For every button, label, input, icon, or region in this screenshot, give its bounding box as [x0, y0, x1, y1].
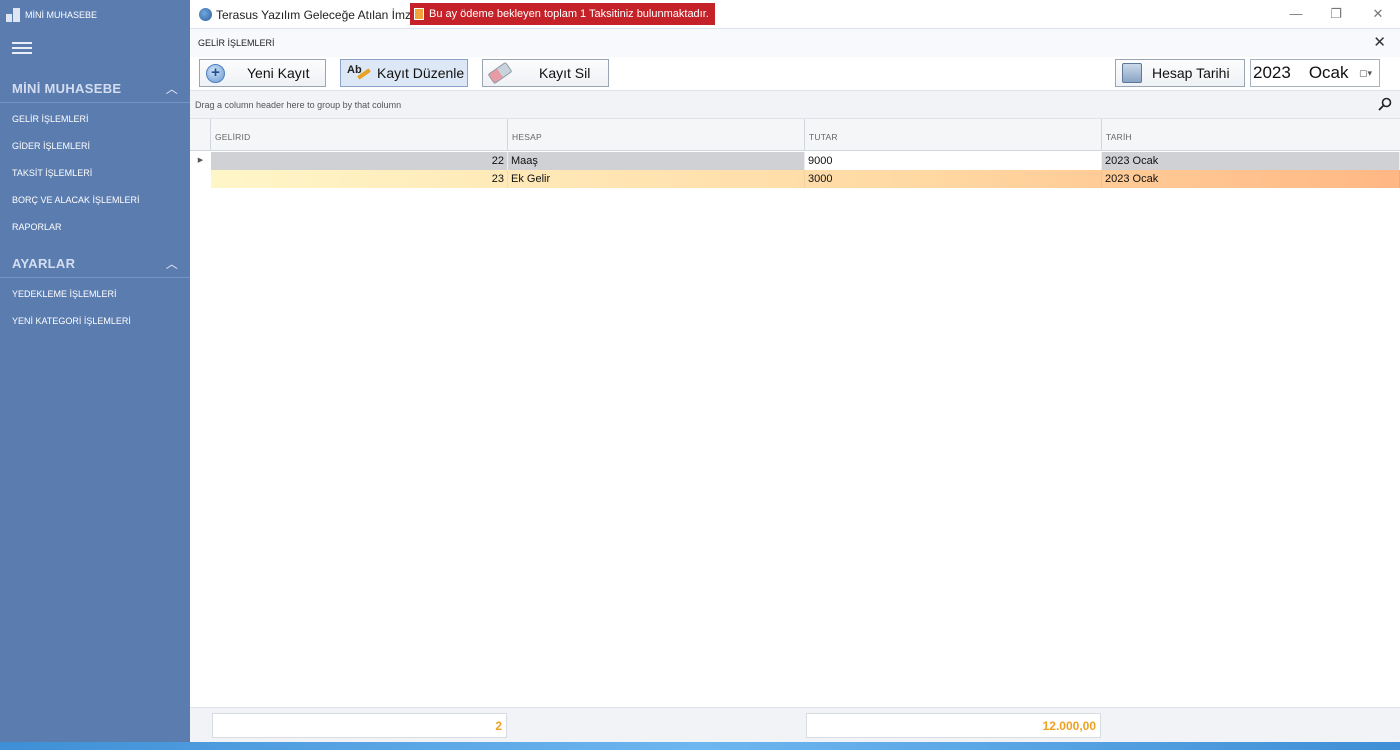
panel-header: GELİR İŞLEMLERİ ✕: [190, 29, 1400, 57]
chevron-up-icon[interactable]: ︿: [166, 255, 178, 272]
window-title-bar: Terasus Yazılım Geleceğe Atılan İmza... …: [190, 0, 1400, 29]
panel-close-button[interactable]: ✕: [1373, 33, 1386, 51]
globe-icon: [199, 8, 212, 21]
sidebar-item-yeni-kategori-islemleri[interactable]: YENİ KATEGORİ İŞLEMLERİ: [12, 316, 131, 326]
search-icon[interactable]: [1378, 97, 1392, 111]
hamburger-menu-icon[interactable]: [12, 42, 32, 56]
book-icon: [414, 8, 424, 20]
column-header-hesap[interactable]: HESAP: [508, 119, 805, 151]
sidebar-group-ayarlar[interactable]: AYARLAR ︿: [0, 250, 190, 278]
cell-hesap[interactable]: Ek Gelir: [508, 170, 805, 188]
sidebar-item-taksit-islemleri[interactable]: TAKSİT İŞLEMLERİ: [12, 168, 92, 178]
table-row[interactable]: 23 Ek Gelir 3000 2023 Ocak: [211, 170, 1400, 188]
row-focus-indicator-icon: ▶: [197, 157, 204, 164]
column-header-gelirid[interactable]: GELİRID: [211, 119, 508, 151]
column-header-tarih[interactable]: TARİH: [1102, 119, 1400, 151]
app-title: MİNİ MUHASEBE: [25, 9, 98, 20]
eraser-icon: [487, 61, 513, 85]
restore-button[interactable]: ❐: [1328, 6, 1344, 22]
app-icon: [6, 7, 20, 22]
window-title: Terasus Yazılım Geleceğe Atılan İmza...: [216, 8, 428, 22]
sidebar-item-gider-islemleri[interactable]: GİDER İŞLEMLERİ: [12, 141, 90, 151]
calendar-dropdown-icon[interactable]: ▢▾: [1359, 68, 1373, 80]
sidebar: MİNİ MUHASEBE MİNİ MUHASEBE ︿ GELİR İŞLE…: [0, 0, 190, 742]
new-record-button[interactable]: + Yeni Kayıt: [199, 59, 326, 87]
cell-hesap[interactable]: Maaş: [508, 152, 805, 170]
edit-record-button[interactable]: Ab Kayıt Düzenle: [340, 59, 468, 87]
account-date-button[interactable]: Hesap Tarihi: [1115, 59, 1245, 87]
grid-footer: 2 12.000,00: [190, 707, 1400, 742]
cell-tutar[interactable]: 9000: [805, 152, 1102, 170]
column-header-tutar[interactable]: TUTAR: [805, 119, 1102, 151]
cell-tarih[interactable]: 2023 Ocak: [1102, 170, 1400, 188]
row-indicator-header: [190, 119, 211, 151]
sidebar-item-borc-alacak-islemleri[interactable]: BORÇ VE ALACAK İŞLEMLERİ: [12, 195, 140, 205]
footer-row-count: 2: [212, 713, 507, 738]
window-close-button[interactable]: ✕: [1370, 6, 1386, 22]
taskbar-strip: [0, 742, 1400, 750]
calendar-icon: [1122, 63, 1142, 83]
sidebar-item-yedekleme-islemleri[interactable]: YEDEKLEME İŞLEMLERİ: [12, 289, 117, 299]
grid-header: GELİRID HESAP TUTAR TARİH: [190, 119, 1400, 151]
sidebar-group-label: AYARLAR: [12, 256, 76, 271]
cell-gelirid[interactable]: 23: [211, 170, 508, 188]
chevron-up-icon[interactable]: ︿: [166, 80, 178, 97]
footer-total-amount: 12.000,00: [806, 713, 1101, 738]
group-panel-hint: Drag a column header here to group by th…: [195, 100, 402, 110]
delete-record-label: Kayıt Sil: [539, 65, 591, 81]
account-date-picker[interactable]: 2023 Ocak ▢▾: [1250, 59, 1380, 87]
installment-alert-badge[interactable]: Bu ay ödeme bekleyen toplam 1 Taksitiniz…: [410, 3, 715, 25]
main-content: GELİR İŞLEMLERİ ✕ + Yeni Kayıt Ab Kayıt …: [190, 29, 1400, 742]
sidebar-group-label: MİNİ MUHASEBE: [12, 81, 122, 96]
add-circle-icon: +: [206, 63, 225, 83]
app-title-bar: MİNİ MUHASEBE: [0, 0, 190, 29]
sidebar-item-gelir-islemleri[interactable]: GELİR İŞLEMLERİ: [12, 114, 89, 124]
panel-title: GELİR İŞLEMLERİ: [198, 38, 275, 48]
sidebar-group-mini-muhasebe[interactable]: MİNİ MUHASEBE ︿: [0, 75, 190, 103]
account-date-label: Hesap Tarihi: [1152, 65, 1230, 81]
edit-text-icon: Ab: [347, 64, 371, 82]
new-record-label: Yeni Kayıt: [247, 65, 310, 81]
group-panel[interactable]: Drag a column header here to group by th…: [190, 90, 1400, 119]
edit-record-label: Kayıt Düzenle: [377, 65, 465, 81]
cell-tarih[interactable]: 2023 Ocak: [1102, 152, 1400, 170]
alert-text: Bu ay ödeme bekleyen toplam 1 Taksitiniz…: [429, 8, 709, 20]
delete-record-button[interactable]: Kayıt Sil: [482, 59, 609, 87]
table-row[interactable]: ▶ 22 Maaş 9000 2023 Ocak: [190, 152, 1400, 170]
minimize-button[interactable]: —: [1288, 6, 1304, 22]
sidebar-item-raporlar[interactable]: RAPORLAR: [12, 222, 62, 232]
date-year: 2023: [1253, 63, 1291, 82]
date-month: Ocak: [1308, 63, 1349, 82]
cell-gelirid[interactable]: 22: [211, 152, 508, 170]
cell-tutar[interactable]: 3000: [805, 170, 1102, 188]
